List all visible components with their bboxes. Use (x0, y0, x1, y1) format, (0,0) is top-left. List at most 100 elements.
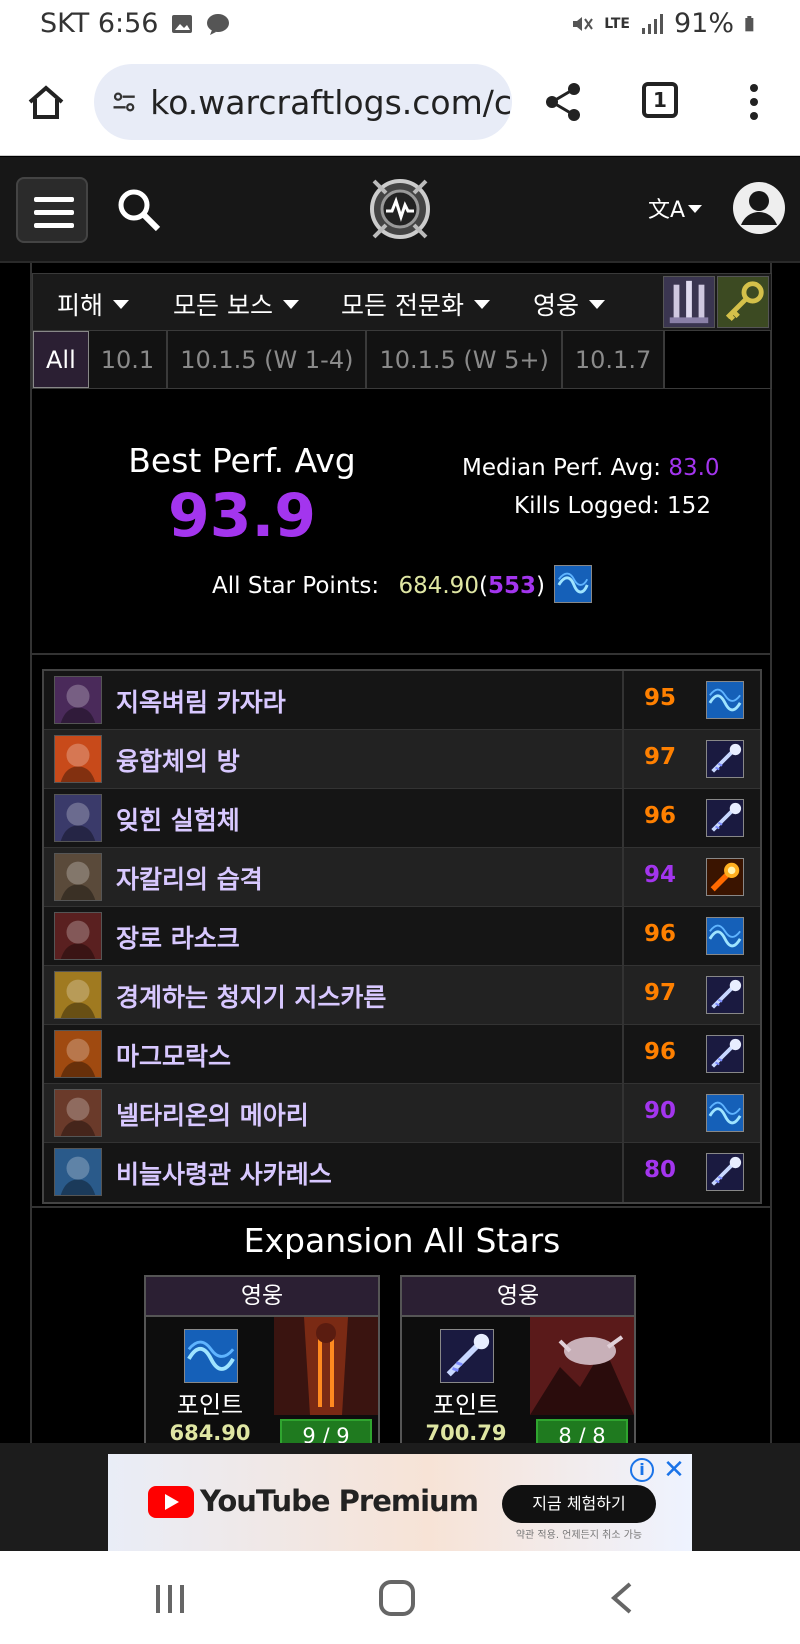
difficulty-filter-dropdown[interactable]: 영웅 (533, 286, 606, 322)
battery-level: 91% (673, 8, 734, 39)
filter-bar: 피해 모든 보스 모든 전문화 영웅 (32, 273, 772, 331)
boss-row[interactable]: 융합체의 방 97 (44, 730, 760, 789)
boss-name[interactable]: 잊힌 실험체 (116, 801, 240, 837)
all-star-card[interactable]: 영웅 포인트 684.90 9 / 9 (144, 1275, 380, 1455)
ad-cta-button[interactable]: 지금 체험하기 (502, 1485, 656, 1523)
boss-row[interactable]: 경계하는 청지기 지스카른 97 (44, 966, 760, 1025)
column-divider (622, 966, 624, 1024)
metric-filter-dropdown[interactable]: 피해 (57, 286, 130, 322)
ad-fine-print: 약관 적용. 언제든지 취소 가능 (515, 1530, 643, 1541)
language-translate-icon[interactable]: 文A (648, 193, 704, 225)
ad-close-icon[interactable]: ✕ (660, 1456, 688, 1484)
browser-toolbar: ko.warcraftlogs.com/c 1 (0, 50, 800, 156)
boss-name[interactable]: 장로 라소크 (116, 919, 240, 955)
search-icon[interactable] (116, 187, 162, 233)
frost-bolt-icon (706, 1035, 744, 1073)
all-star-card[interactable]: 영웅 포인트 700.79 8 / 8 (400, 1275, 636, 1455)
chevron-down-icon (113, 299, 130, 309)
arcane-spec-icon (554, 565, 592, 603)
boss-rankings-list: 지옥벼림 카자라 95 융합체의 방 97 잊힌 실험체 96 자칼리의 습격 94 장로 라소… (42, 669, 762, 1204)
boss-score: 96 (643, 1039, 676, 1065)
boss-name[interactable]: 지옥벼림 카자라 (116, 683, 286, 719)
site-header: 文A (0, 157, 800, 263)
boss-filter-label: 모든 보스 (173, 291, 273, 320)
column-divider (622, 907, 624, 965)
all-star-rank-value: 553 (487, 573, 536, 599)
arcane-wave-icon (706, 917, 744, 955)
boss-name[interactable]: 융합체의 방 (116, 742, 240, 778)
tab-count: 1 (653, 88, 667, 112)
home-icon[interactable] (24, 80, 68, 124)
mythic-plus-key-icon[interactable] (717, 276, 769, 328)
frost-bolt-icon (706, 799, 744, 837)
advertisement-banner[interactable]: YouTube Premium 지금 체험하기 약관 적용. 언제든지 취소 가… (108, 1454, 692, 1551)
boss-portrait-image (54, 1148, 102, 1196)
tab-10-1-7[interactable]: 10.1.7 (562, 331, 666, 388)
column-divider (622, 1025, 624, 1083)
tab-10-1[interactable]: 10.1 (88, 331, 169, 388)
recent-apps-icon[interactable] (152, 1583, 188, 1615)
card-points: 684.90 (169, 1421, 251, 1445)
spec-filter-dropdown[interactable]: 모든 전문화 (341, 286, 490, 322)
card-label: 포인트 (432, 1391, 500, 1419)
boss-portrait-image (54, 853, 102, 901)
address-bar[interactable]: ko.warcraftlogs.com/c (94, 64, 512, 140)
column-divider (622, 789, 624, 847)
boss-portrait-image (54, 912, 102, 960)
carrier-time: SKT 6:56 (40, 8, 159, 39)
more-menu-icon[interactable] (732, 80, 776, 124)
site-settings-icon[interactable] (112, 86, 136, 118)
tab-10-1-5-w5plus[interactable]: 10.1.5 (W 5+) (367, 331, 563, 388)
boss-name[interactable]: 경계하는 청지기 지스카른 (116, 978, 386, 1014)
frost-bolt-icon (706, 740, 744, 778)
raid-art-image (530, 1317, 634, 1415)
boss-row[interactable]: 장로 라소크 96 (44, 907, 760, 966)
performance-summary: Best Perf. Avg 93.9 Median Perf. Avg: 83… (32, 389, 772, 655)
median-perf-value: 83.0 (668, 455, 720, 481)
boss-row[interactable]: 지옥벼림 카자라 95 (44, 671, 760, 730)
url-text: ko.warcraftlogs.com/c (150, 82, 512, 122)
share-icon[interactable] (542, 80, 586, 124)
user-account-icon[interactable] (732, 181, 786, 235)
battery-icon (745, 15, 754, 31)
raid-zone-icon[interactable] (663, 276, 715, 328)
frost-bolt-icon (706, 1153, 744, 1191)
tab-switcher-button[interactable]: 1 (642, 82, 678, 118)
boss-name[interactable]: 마그모락스 (116, 1037, 231, 1073)
youtube-logo-icon (148, 1486, 194, 1518)
card-difficulty: 영웅 (146, 1277, 378, 1317)
boss-row[interactable]: 자칼리의 습격 94 (44, 848, 760, 907)
svg-text:文A: 文A (648, 198, 685, 223)
all-star-points-row: All Star Points: 684.90(553) (212, 573, 545, 599)
boss-row[interactable]: 마그모락스 96 (44, 1025, 760, 1084)
tab-10-1-5-w1-4[interactable]: 10.1.5 (W 1-4) (168, 331, 368, 388)
ad-info-icon[interactable]: i (630, 1458, 654, 1482)
boss-name[interactable]: 비늘사령관 사카레스 (116, 1155, 332, 1191)
boss-name[interactable]: 자칼리의 습격 (116, 860, 263, 896)
back-icon[interactable] (608, 1581, 636, 1615)
warcraftlogs-logo-icon[interactable] (366, 173, 434, 245)
boss-portrait-image (54, 676, 102, 724)
all-star-points-value: 684.90 (398, 573, 479, 599)
boss-score: 95 (643, 685, 676, 711)
gallery-notification-icon (172, 14, 193, 33)
tab-all[interactable]: All (33, 331, 89, 388)
frost-bolt-icon (440, 1329, 494, 1383)
boss-filter-dropdown[interactable]: 모든 보스 (173, 286, 299, 322)
boss-row[interactable]: 잊힌 실험체 96 (44, 789, 760, 848)
arcane-wave-icon (706, 681, 744, 719)
boss-portrait-image (54, 1030, 102, 1078)
boss-portrait-image (54, 735, 102, 783)
all-star-paren-close: ) (535, 573, 545, 599)
chevron-down-icon (282, 299, 299, 309)
home-nav-icon[interactable] (378, 1579, 416, 1617)
kills-logged-value: 152 (667, 493, 711, 519)
boss-portrait-image (54, 794, 102, 842)
boss-score: 96 (643, 803, 676, 829)
arcane-wave-icon (706, 1094, 744, 1132)
mute-icon (573, 16, 594, 31)
hamburger-menu-button[interactable] (16, 177, 88, 243)
boss-row[interactable]: 비늘사령관 사카레스 80 (44, 1143, 760, 1202)
boss-name[interactable]: 넬타리온의 메아리 (116, 1096, 309, 1132)
boss-row[interactable]: 넬타리온의 메아리 90 (44, 1084, 760, 1143)
